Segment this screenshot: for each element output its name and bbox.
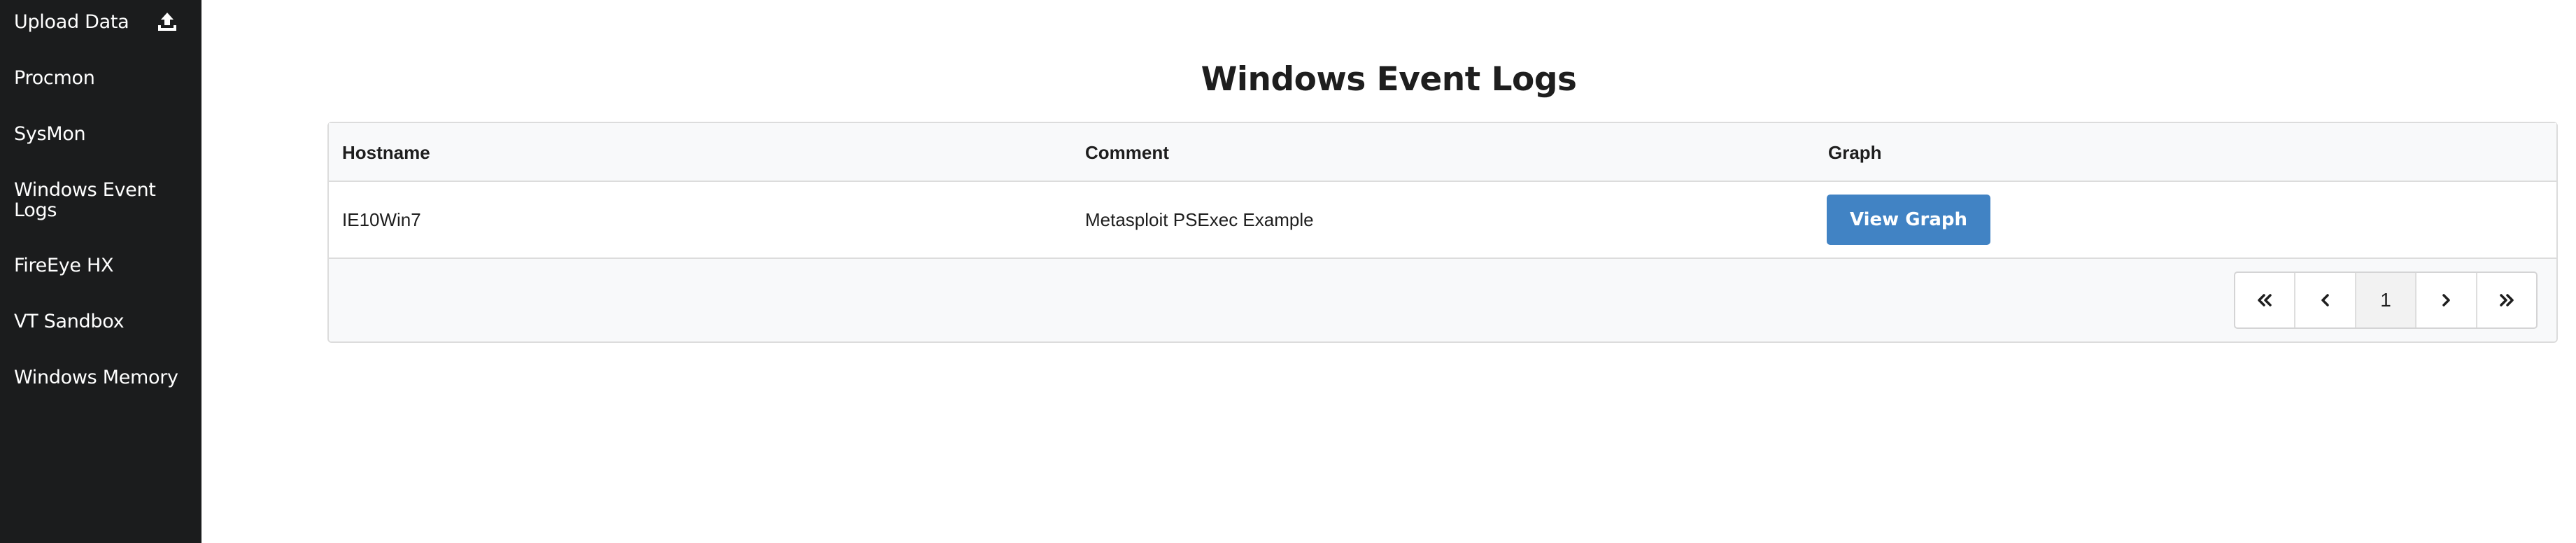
table-footer: 1 <box>329 259 2556 341</box>
column-header-hostname[interactable]: Hostname <box>342 142 430 163</box>
hostname-cell: IE10Win7 <box>342 209 421 230</box>
sidebar-item-label: SysMon <box>14 123 86 145</box>
sidebar-item-label: FireEye HX <box>14 255 114 276</box>
chevron-right-icon <box>2439 292 2453 308</box>
chevron-left-icon <box>2319 292 2333 308</box>
view-graph-button[interactable]: View Graph <box>1827 195 1990 245</box>
pagination: 1 <box>2234 272 2538 329</box>
upload-icon[interactable] <box>155 10 179 34</box>
previous-page-button[interactable] <box>2295 273 2356 327</box>
app-window: Upload Data Procmon SysMon Windows Event… <box>0 0 2576 543</box>
column-header-comment[interactable]: Comment <box>1085 142 1169 163</box>
logs-table: Hostname Comment Graph IE10Win7 Metasplo… <box>327 122 2558 343</box>
first-page-button[interactable] <box>2235 273 2296 327</box>
double-chevron-left-icon <box>2255 292 2274 308</box>
sidebar-item-label: Windows Memory <box>14 367 178 388</box>
sidebar-item-label: Upload Data <box>14 11 129 33</box>
next-page-button[interactable] <box>2416 273 2477 327</box>
main-content: Windows Event Logs Hostname Comment Grap… <box>201 0 2576 543</box>
sidebar-item-procmon[interactable]: Procmon <box>14 68 189 88</box>
sidebar-item-fireeye-hx[interactable]: FireEye HX <box>14 255 189 276</box>
sidebar-item-label: VT Sandbox <box>14 311 125 332</box>
table-header: Hostname Comment Graph <box>329 123 2556 182</box>
column-header-graph[interactable]: Graph <box>1828 142 1882 163</box>
comment-cell: Metasploit PSExec Example <box>1085 209 1314 230</box>
sidebar-item-windows-event-logs[interactable]: Windows Event Logs <box>14 180 164 220</box>
page-title: Windows Event Logs <box>1201 60 1577 99</box>
double-chevron-right-icon <box>2497 292 2517 308</box>
sidebar: Upload Data Procmon SysMon Windows Event… <box>0 0 201 543</box>
sidebar-item-sysmon[interactable]: SysMon <box>14 124 189 144</box>
table-row: IE10Win7 Metasploit PSExec Example <box>329 182 2556 259</box>
sidebar-item-windows-memory[interactable]: Windows Memory <box>14 367 189 388</box>
sidebar-item-label: Windows Event Logs <box>14 179 156 221</box>
sidebar-item-label: Procmon <box>14 67 95 89</box>
page-1-button[interactable]: 1 <box>2356 273 2417 327</box>
sidebar-item-vt-sandbox[interactable]: VT Sandbox <box>14 311 189 332</box>
last-page-button[interactable] <box>2477 273 2536 327</box>
